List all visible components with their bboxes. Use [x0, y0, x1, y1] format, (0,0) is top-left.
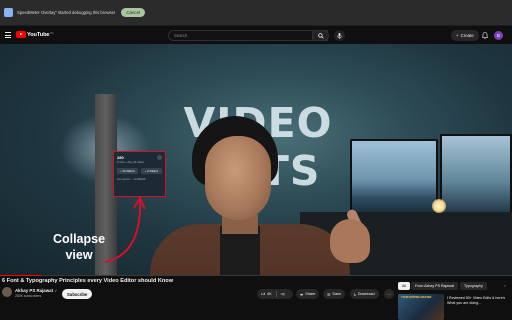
subscribe-button[interactable]: Subscribe [62, 289, 93, 299]
notifications-button[interactable] [479, 30, 490, 41]
thumbs-down-icon[interactable]: 👎︎ [281, 292, 285, 297]
voice-search-button[interactable] [334, 30, 345, 41]
cancel-debug-button[interactable]: Cancel [121, 8, 145, 17]
thumbs-up-icon[interactable]: 👍︎ [261, 292, 265, 297]
mini-card-number: 280 [117, 155, 124, 160]
chip-typography[interactable]: Typography [460, 282, 487, 290]
verified-badge-icon: ✓ [54, 289, 58, 293]
annotation-label: Collapse view [40, 231, 118, 263]
more-actions-button[interactable]: ⋯ [384, 289, 394, 299]
mic-icon [337, 32, 342, 39]
chip-from-channel[interactable]: From Akhay PS Rajawat [411, 282, 458, 290]
download-icon: ⤓ [354, 292, 356, 296]
save-label: Save [332, 292, 342, 296]
subscriber-count: 280K subscribers [15, 294, 42, 298]
search-input[interactable]: Search [168, 30, 328, 41]
search-button[interactable] [312, 30, 329, 41]
download-label: Download [357, 292, 375, 296]
save-button[interactable]: ☰ Save [323, 289, 346, 299]
youtube-play-icon [16, 31, 26, 38]
background-monitor-2 [440, 134, 512, 214]
channel-avatar[interactable] [2, 287, 12, 297]
share-icon: ➦ [300, 292, 304, 297]
share-button[interactable]: ➦ Share [296, 289, 320, 299]
debugging-infobar: SpeedMeter Overlay" started debugging th… [0, 0, 512, 26]
app-root: SpeedMeter Overlay" started debugging th… [0, 0, 512, 320]
youtube-logo[interactable]: YouTube IN [16, 31, 53, 38]
create-button[interactable]: + Create [451, 30, 479, 41]
debug-icon [4, 8, 13, 17]
share-label: Share [305, 292, 316, 296]
annotation-line-2: view [65, 248, 93, 262]
more-horizontal-icon: ⋯ [387, 292, 391, 297]
bell-icon [481, 32, 488, 39]
presenter-hand [330, 219, 370, 263]
account-avatar[interactable]: B [494, 31, 503, 40]
plus-icon: + [456, 33, 459, 38]
video-progress-fill [0, 275, 41, 276]
mini-card-button-b[interactable]: + 10 REELS [141, 168, 162, 174]
save-icon: ☰ [327, 292, 331, 297]
channel-name-text: Akhay PS Rajawat [15, 288, 54, 293]
channel-name[interactable]: Akhay PS Rajawat ✓ [15, 288, 57, 293]
presenter-face [205, 136, 271, 220]
like-divider [275, 291, 277, 297]
debug-message: SpeedMeter Overlay" started debugging th… [17, 10, 116, 15]
menu-icon[interactable] [5, 32, 11, 38]
annotation-line-1: Collapse [52, 232, 106, 246]
mini-card-subtitle: 8 mins + day (10 video) [117, 161, 145, 164]
recommended-video-thumbnail[interactable]: YOUR EDITING MASTER [398, 294, 444, 320]
chevron-right-icon: › [504, 284, 506, 288]
mini-card-footer: one second → +3 ANIMAS [117, 178, 146, 181]
chips-next-button[interactable]: › [500, 282, 510, 290]
video-player[interactable]: VIDEO CUTS 280 8 mins + day (10 video) +… [0, 44, 512, 275]
expand-icon[interactable] [157, 155, 162, 160]
like-count: 4K [266, 292, 272, 296]
chip-all[interactable]: All [398, 282, 410, 290]
search-icon [317, 32, 324, 39]
logo-text: YouTube [27, 31, 50, 38]
video-progress-bar[interactable] [0, 275, 512, 276]
recommended-video-title[interactable]: I Reviewed 50+ Video Edits & here's What… [447, 296, 509, 305]
thumbnail-text: YOUR EDITING MASTER [401, 296, 432, 299]
speedmeter-collapsed-card[interactable]: 280 8 mins + day (10 video) + 300 REELS … [113, 151, 166, 197]
download-button[interactable]: ⤓ Download [350, 289, 379, 299]
video-title: 6 Font & Typography Principles every Vid… [2, 278, 174, 284]
mini-card-button-a[interactable]: + 300 REELS [117, 168, 138, 174]
ring-light [432, 199, 446, 213]
create-label: Create [460, 33, 474, 38]
logo-country: IN [50, 31, 54, 35]
like-dislike-group[interactable]: 👍︎ 4K 👎︎ [257, 289, 293, 299]
